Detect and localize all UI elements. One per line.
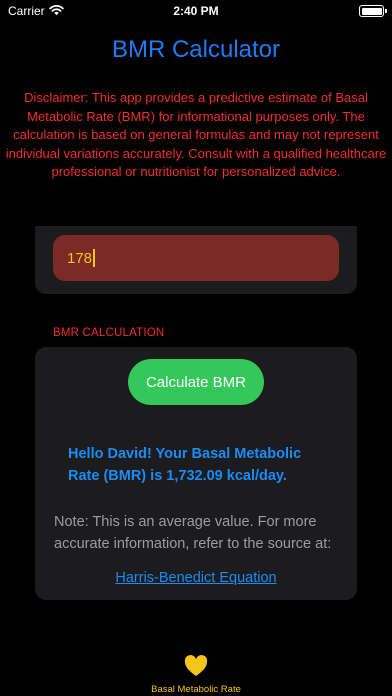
- page-title: BMR Calculator: [111, 36, 281, 63]
- harris-benedict-link[interactable]: Harris-Benedict Equation: [35, 570, 357, 586]
- calculate-bmr-button[interactable]: Calculate BMR: [128, 359, 264, 405]
- bmr-result-text: Hello David! Your Basal Metabolic Rate (…: [68, 446, 302, 484]
- status-time: 2:40 PM: [173, 4, 219, 18]
- input-card: 178: [35, 226, 357, 294]
- status-bar: Carrier 2:40 PM: [0, 0, 392, 22]
- tab-bar: Basal Metabolic Rate: [0, 650, 392, 696]
- heart-icon[interactable]: [184, 655, 208, 677]
- battery-icon: [359, 5, 387, 17]
- text-cursor: [93, 249, 96, 267]
- tab-label-basal-metabolic-rate[interactable]: Basal Metabolic Rate: [0, 684, 392, 695]
- height-input-value: 178: [67, 249, 93, 267]
- height-input[interactable]: 178: [53, 235, 339, 281]
- disclaimer-text: Disclaimer: This app provides a predicti…: [5, 90, 387, 179]
- note-text: Note: This is an average value. For more…: [54, 514, 332, 552]
- section-header-bmr-calculation: BMR CALCULATION: [53, 327, 165, 339]
- bmr-calculation-card: Calculate BMR Hello David! Your Basal Me…: [35, 347, 357, 600]
